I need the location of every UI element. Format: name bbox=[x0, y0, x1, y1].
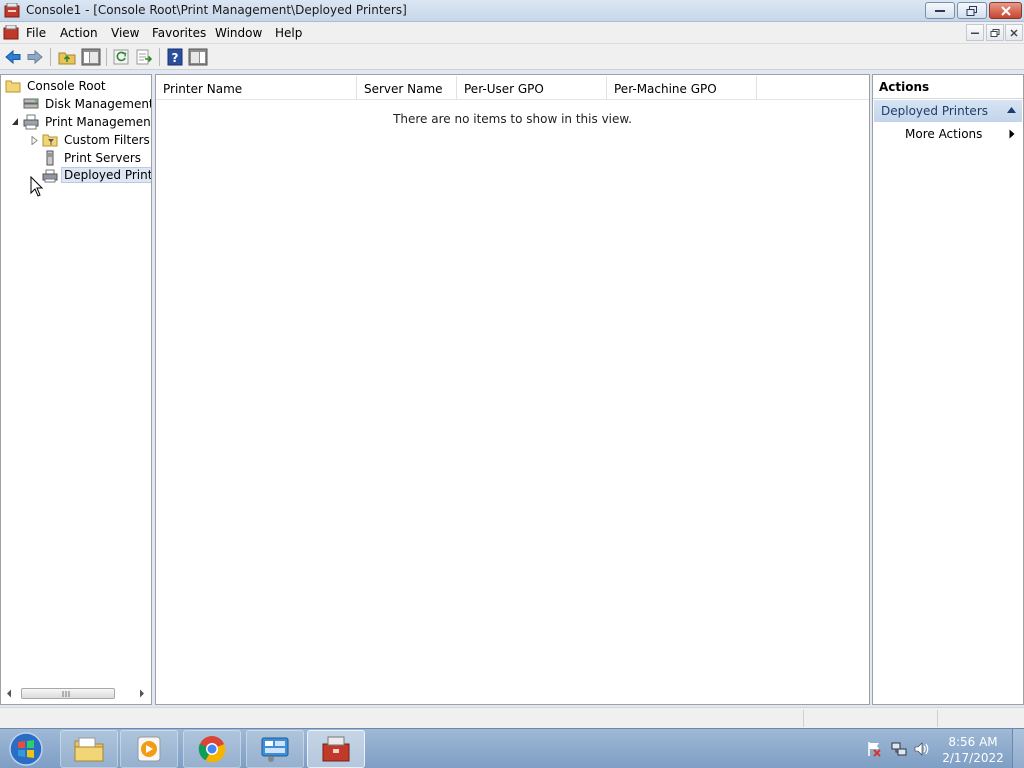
restore-icon bbox=[990, 28, 1000, 37]
actions-pane-title: Actions bbox=[873, 75, 1023, 99]
tree-item-custom-filters[interactable]: Custom Filters bbox=[42, 131, 151, 149]
filter-folder-icon bbox=[42, 134, 58, 147]
restore-button[interactable] bbox=[957, 2, 987, 19]
toolbar: ? bbox=[0, 44, 1024, 70]
tree-item-label: Console Root bbox=[27, 79, 106, 93]
clock-date: 2/17/2022 bbox=[942, 751, 1004, 765]
toolbar-separator bbox=[159, 48, 160, 66]
disk-icon bbox=[23, 98, 39, 109]
file-explorer-folder-icon bbox=[74, 737, 104, 762]
empty-list-message: There are no items to show in this view. bbox=[393, 112, 632, 126]
taskbar-clock[interactable]: 8:56 AM 2/17/2022 bbox=[940, 734, 1006, 766]
column-per-user-gpo[interactable]: Per-User GPO bbox=[457, 76, 607, 100]
collapse-up-icon[interactable] bbox=[1007, 107, 1016, 113]
status-bar bbox=[0, 707, 1024, 728]
forward-arrow-icon[interactable] bbox=[26, 48, 44, 66]
menu-action[interactable]: Action bbox=[60, 26, 98, 40]
tree-item-label: Print Servers bbox=[64, 151, 142, 165]
expand-arrow-icon[interactable] bbox=[31, 136, 39, 145]
status-segment bbox=[803, 710, 937, 727]
child-minimize-button[interactable] bbox=[966, 24, 984, 41]
results-list[interactable]: Printer Name Server Name Per-User GPO Pe… bbox=[155, 74, 870, 705]
help-icon[interactable]: ? bbox=[166, 48, 184, 66]
scroll-right-icon[interactable] bbox=[139, 689, 145, 698]
tree-item-label: Deployed Printer bbox=[61, 167, 151, 183]
menu-file[interactable]: File bbox=[26, 26, 46, 40]
tree-item-label: Print Management bbox=[45, 115, 152, 129]
tree-item-console-root[interactable]: Console Root bbox=[5, 77, 151, 95]
menu-favorites[interactable]: Favorites bbox=[152, 26, 206, 40]
actions-pane: Actions Deployed Printers More Actions bbox=[872, 74, 1024, 705]
status-segment bbox=[937, 710, 1024, 727]
network-icon[interactable] bbox=[891, 741, 907, 757]
clock-time: 8:56 AM bbox=[948, 735, 998, 749]
mmc-app-icon bbox=[4, 3, 20, 18]
taskbar-file-explorer[interactable] bbox=[60, 730, 118, 768]
toolbar-separator bbox=[50, 48, 51, 66]
console-document-icon[interactable] bbox=[3, 25, 19, 40]
child-close-button[interactable] bbox=[1005, 24, 1023, 41]
close-button[interactable] bbox=[989, 2, 1022, 19]
tree-item-disk-management[interactable]: Disk Management(L bbox=[23, 95, 151, 113]
toolbar-separator bbox=[106, 48, 107, 66]
tree-item-print-servers[interactable]: Print Servers bbox=[42, 149, 151, 167]
list-header: Printer Name Server Name Per-User GPO Pe… bbox=[156, 75, 869, 100]
tree-horizontal-scrollbar[interactable] bbox=[3, 686, 149, 701]
minimize-icon bbox=[935, 9, 945, 12]
tree-item-deployed-printers[interactable]: Deployed Printer bbox=[42, 167, 151, 185]
taskbar-mmc-console[interactable] bbox=[307, 730, 365, 768]
column-printer-name[interactable]: Printer Name bbox=[156, 76, 357, 100]
minimize-button[interactable] bbox=[925, 2, 955, 19]
menu-bar: File Action View Favorites Window Help bbox=[0, 22, 1024, 44]
collapse-arrow-icon[interactable] bbox=[11, 117, 19, 126]
action-center-flag-icon[interactable] bbox=[866, 741, 882, 757]
taskbar-control-panel[interactable] bbox=[246, 730, 304, 768]
mouse-cursor-icon bbox=[30, 176, 44, 197]
speaker-volume-icon[interactable] bbox=[914, 741, 930, 757]
console-tree[interactable]: Console Root Disk Management(L Print Man… bbox=[0, 74, 152, 705]
toolbox-icon bbox=[322, 736, 350, 762]
control-panel-icon bbox=[261, 737, 289, 762]
menu-window[interactable]: Window bbox=[215, 26, 262, 40]
export-list-icon[interactable] bbox=[135, 48, 153, 66]
grip-icon bbox=[62, 691, 70, 697]
svg-text:?: ? bbox=[172, 51, 179, 65]
close-icon bbox=[1000, 5, 1011, 16]
action-more-actions[interactable]: More Actions bbox=[905, 127, 982, 141]
show-hide-console-tree-icon[interactable] bbox=[81, 48, 101, 66]
show-hide-action-pane-icon[interactable] bbox=[188, 48, 208, 66]
media-player-icon bbox=[137, 736, 161, 762]
show-desktop-button[interactable] bbox=[1012, 729, 1024, 768]
printer-management-icon bbox=[23, 114, 39, 130]
tree-item-print-management[interactable]: Print Management bbox=[23, 113, 151, 131]
start-button-windows-icon[interactable] bbox=[6, 731, 46, 767]
actions-group-deployed-printers[interactable]: Deployed Printers bbox=[874, 100, 1022, 122]
back-arrow-icon[interactable] bbox=[4, 48, 22, 66]
chrome-browser-icon bbox=[198, 736, 226, 763]
close-icon bbox=[1010, 28, 1018, 37]
up-folder-icon[interactable] bbox=[58, 48, 76, 66]
scrollbar-thumb[interactable] bbox=[21, 688, 115, 699]
taskbar-media-player[interactable] bbox=[120, 730, 178, 768]
title-bar: Console1 - [Console Root\Print Managemen… bbox=[0, 0, 1024, 22]
taskbar: 8:56 AM 2/17/2022 bbox=[0, 728, 1024, 768]
tree-item-label: Custom Filters bbox=[64, 133, 150, 147]
taskbar-chrome[interactable] bbox=[183, 730, 241, 768]
child-restore-button[interactable] bbox=[986, 24, 1004, 41]
server-icon bbox=[46, 150, 54, 166]
tree-item-label: Disk Management(L bbox=[45, 97, 151, 111]
scroll-left-icon[interactable] bbox=[6, 689, 12, 698]
window-title: Console1 - [Console Root\Print Managemen… bbox=[26, 3, 407, 17]
submenu-arrow-icon[interactable] bbox=[1009, 129, 1015, 139]
minimize-icon bbox=[971, 32, 979, 34]
menu-view[interactable]: View bbox=[111, 26, 139, 40]
restore-icon bbox=[966, 5, 977, 16]
refresh-icon[interactable] bbox=[112, 48, 130, 66]
column-server-name[interactable]: Server Name bbox=[357, 76, 457, 100]
folder-icon bbox=[5, 80, 21, 93]
menu-help[interactable]: Help bbox=[275, 26, 302, 40]
column-per-machine-gpo[interactable]: Per-Machine GPO bbox=[607, 76, 757, 100]
